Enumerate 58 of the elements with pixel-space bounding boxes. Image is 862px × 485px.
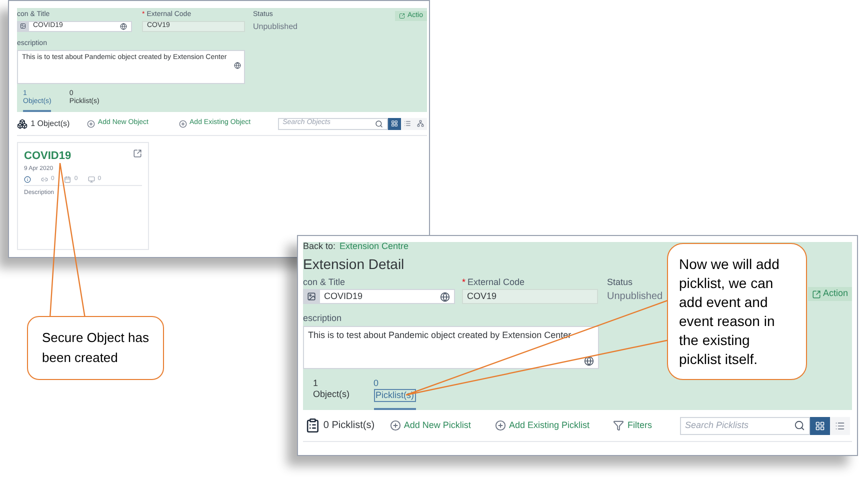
export-icon [133, 149, 142, 158]
status-value: Unpublished [607, 290, 663, 304]
grid-icon [815, 420, 825, 430]
back-label: Back to: [303, 242, 336, 251]
monitor-icon [88, 176, 95, 183]
plus-circle-icon [86, 120, 95, 128]
toolbar-action[interactable]: Add New Picklist [390, 418, 471, 432]
card-title: COVID19 [24, 151, 72, 162]
plus-circle-icon [494, 420, 506, 431]
field-label: con & Title [303, 277, 346, 288]
page-heading: Extension Detail [303, 257, 404, 271]
tab[interactable]: 1 Object(s) [313, 378, 350, 410]
image-icon [306, 292, 316, 302]
back-link[interactable]: Extension Centre [340, 242, 409, 251]
list-icon [404, 120, 411, 127]
search-icon [794, 420, 805, 431]
view-toggle[interactable] [830, 416, 850, 434]
toolbar-action[interactable]: Add Existing Picklist [494, 418, 590, 432]
plus-circle-icon [390, 420, 401, 431]
globe-icon [234, 62, 241, 70]
globe-icon [120, 22, 127, 30]
hierarchy-icon [417, 120, 424, 127]
view-toggle[interactable] [401, 118, 414, 130]
field-label: Status [607, 277, 633, 288]
count-label: 1 Object(s) [30, 118, 71, 130]
title-field[interactable]: COVID19 [319, 289, 455, 304]
search-field[interactable]: Search Picklists [680, 416, 810, 434]
globe-icon [584, 356, 594, 366]
filter-icon [613, 420, 624, 431]
external-code-field[interactable]: COV19 [462, 289, 598, 304]
info-icon [24, 176, 31, 183]
field-label: External Code [468, 277, 525, 288]
calendar-icon [64, 176, 72, 183]
export-icon [399, 13, 406, 19]
required-mark: * [462, 277, 466, 288]
icon-picker[interactable] [303, 289, 319, 304]
globe-icon [440, 292, 450, 302]
link-icon [41, 176, 48, 183]
list-icon [835, 420, 845, 430]
image-icon [20, 23, 26, 30]
callout: Secure Object has been created [27, 316, 164, 380]
grid-icon [391, 120, 398, 127]
search-icon [375, 120, 383, 128]
field-label: escription [303, 312, 342, 326]
callout: Now we will add picklist, we can add event and event reason in the existing picklist itself. [667, 243, 807, 380]
plus-circle-icon [178, 120, 187, 128]
view-toggle[interactable] [388, 118, 401, 130]
export-icon [812, 290, 821, 298]
view-toggle[interactable] [810, 416, 830, 434]
description-field[interactable]: This is to test about Pandemic object created by Extension Center [303, 326, 599, 369]
action-button[interactable]: Action [808, 287, 852, 301]
view-toggle[interactable] [414, 118, 427, 130]
boxes-icon [17, 118, 28, 130]
toolbar-action[interactable]: Filters [613, 418, 652, 432]
clipboard-icon [305, 416, 320, 435]
status-value: Unpublished [253, 20, 298, 33]
count-label: 0 Picklist(s) [323, 419, 376, 433]
icon-picker[interactable] [17, 20, 28, 32]
